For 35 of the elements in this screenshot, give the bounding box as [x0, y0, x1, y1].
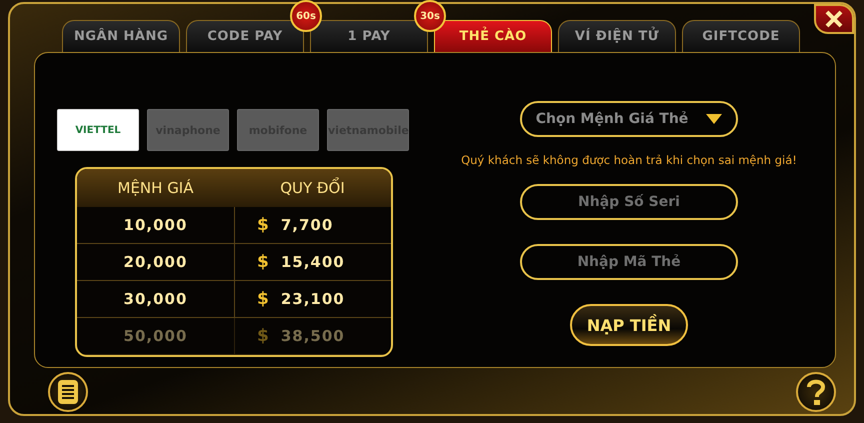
timer-badge: 30s — [414, 0, 446, 32]
coin-symbol: $ — [257, 215, 269, 235]
warning-text: Quý khách sẽ không được hoàn trả khi chọn sai mệnh giá! — [461, 153, 797, 167]
table-cell-text: 30,000 — [122, 289, 188, 310]
close-button[interactable] — [814, 4, 854, 34]
close-icon — [825, 10, 843, 28]
document-icon — [58, 380, 78, 404]
denomination-select[interactable]: Chọn Mệnh Giá Thẻ — [520, 101, 738, 137]
submit-button[interactable]: NẠP TIỀN — [570, 304, 688, 346]
table-cell-text: 20,000 — [122, 252, 188, 273]
question-mark-icon — [807, 379, 825, 405]
dropdown-arrow-icon — [706, 114, 722, 124]
table-cell: 7,700 — [280, 216, 334, 234]
timer-badge: 60s — [290, 0, 322, 32]
carrier-logo[interactable]: VIETTEL — [57, 109, 139, 151]
table-cell: 23,100 — [280, 290, 345, 308]
table-cell: 38,500 — [280, 327, 345, 345]
tab[interactable]: VÍ ĐIỆN TỬ — [558, 20, 676, 52]
tab[interactable]: CODE PAY — [186, 20, 304, 52]
tab[interactable]: 1 PAY — [310, 20, 428, 52]
serial-field[interactable]: Nhập Số Seri — [520, 184, 738, 220]
tab[interactable]: GIFTCODE — [682, 20, 800, 52]
column-header: MỆNH GIÁ — [116, 178, 194, 199]
table-cell-text: 50,000 — [122, 326, 188, 347]
card-code-field[interactable]: Nhập Mã Thẻ — [520, 244, 738, 280]
tab[interactable]: THẺ CÀO — [434, 20, 552, 52]
coin-symbol: $ — [257, 289, 269, 309]
table-cell: 15,400 — [280, 253, 345, 271]
help-button[interactable] — [796, 372, 836, 412]
coin-symbol: $ — [257, 252, 269, 272]
coin-symbol: $ — [257, 326, 269, 346]
tab[interactable]: NGÂN HÀNG — [62, 20, 180, 52]
table-cell-text: 10,000 — [122, 215, 188, 236]
history-button[interactable] — [48, 372, 88, 412]
column-header: QUY ĐỔI — [279, 176, 346, 199]
